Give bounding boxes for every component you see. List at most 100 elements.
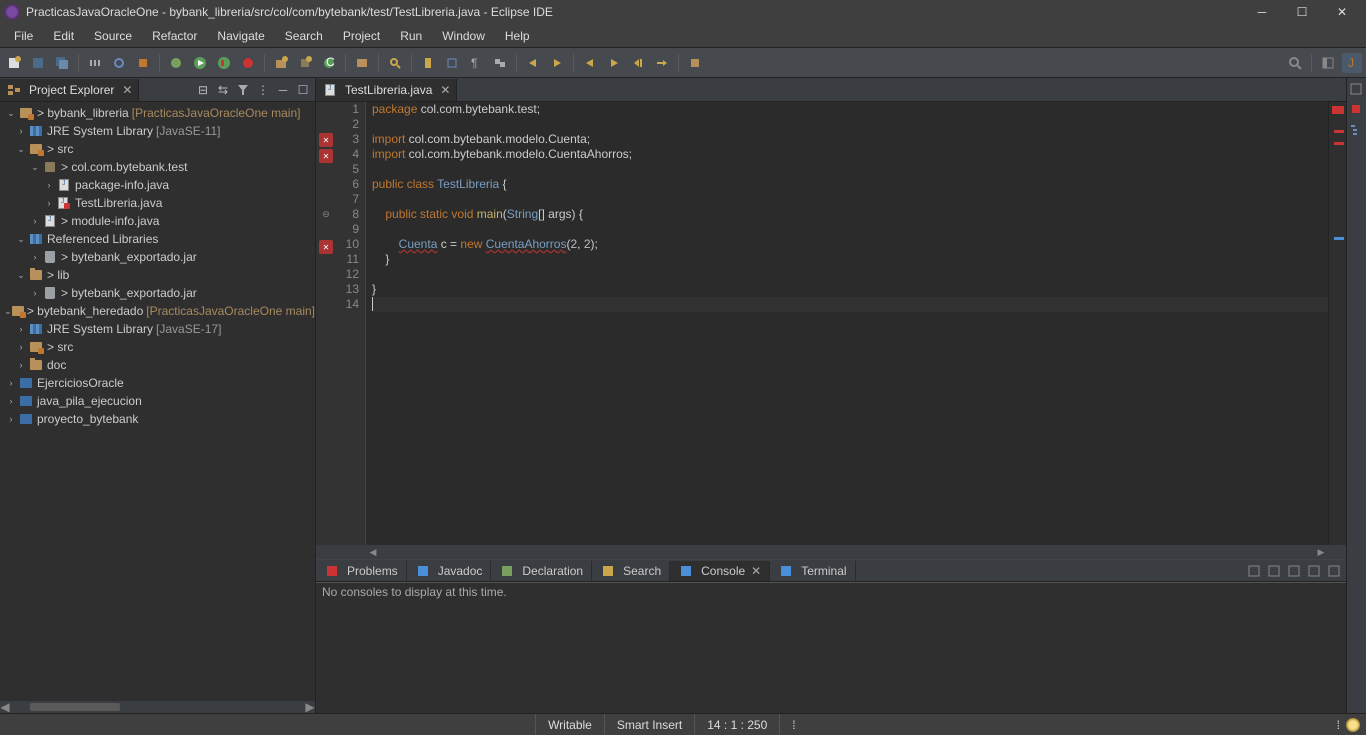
- code-line[interactable]: Cuenta c = new CuentaAhorros(2, 2);: [372, 237, 1328, 252]
- chevron-down-icon[interactable]: ⌄: [14, 232, 28, 246]
- open-console-icon[interactable]: [1286, 563, 1302, 579]
- back-button[interactable]: [580, 53, 600, 73]
- tree-item[interactable]: ›JRE System Library [JavaSE-11]: [0, 122, 315, 140]
- restore-view-icon[interactable]: [1349, 82, 1365, 98]
- bottom-tab-declaration[interactable]: Declaration: [491, 561, 592, 581]
- tree-item[interactable]: ›doc: [0, 356, 315, 374]
- tree-item[interactable]: ›> src: [0, 338, 315, 356]
- menu-edit[interactable]: Edit: [43, 26, 84, 46]
- link-editor-icon[interactable]: ⇆: [215, 82, 231, 98]
- chevron-down-icon[interactable]: ⌄: [28, 160, 42, 174]
- chevron-down-icon[interactable]: ⌄: [4, 106, 18, 120]
- tree-item[interactable]: ›> bytebank_exportado.jar: [0, 248, 315, 266]
- maximize-view-icon[interactable]: ☐: [295, 82, 311, 98]
- maximize-icon[interactable]: [1326, 563, 1342, 579]
- tree-item[interactable]: ›JRE System Library [JavaSE-17]: [0, 320, 315, 338]
- chevron-down-icon[interactable]: ⌄: [14, 268, 28, 282]
- code-line[interactable]: package col.com.bytebank.test;: [372, 102, 1328, 117]
- skip-breakpoints-button[interactable]: [109, 53, 129, 73]
- tree-item[interactable]: ›EjerciciosOracle: [0, 374, 315, 392]
- display-console-icon[interactable]: [1266, 563, 1282, 579]
- chevron-down-icon[interactable]: ⌄: [4, 304, 12, 318]
- error-marker-icon[interactable]: ✕: [319, 149, 333, 163]
- chevron-right-icon[interactable]: ›: [14, 322, 28, 336]
- show-whitespace-button[interactable]: ¶: [466, 53, 486, 73]
- menu-project[interactable]: Project: [333, 26, 390, 46]
- search-button[interactable]: [385, 53, 405, 73]
- code-line[interactable]: public class TestLibreria {: [372, 177, 1328, 192]
- task-list-icon[interactable]: [1349, 102, 1365, 118]
- pin-editor-button[interactable]: [685, 53, 705, 73]
- chevron-right-icon[interactable]: ›: [4, 412, 18, 426]
- tree-item[interactable]: ⌄> bytebank_heredado [PracticasJavaOracl…: [0, 302, 315, 320]
- bottom-tab-problems[interactable]: Problems: [316, 561, 407, 581]
- chevron-right-icon[interactable]: ›: [14, 124, 28, 138]
- chevron-right-icon[interactable]: ›: [28, 286, 42, 300]
- bottom-tab-search[interactable]: Search: [592, 561, 670, 581]
- code-line[interactable]: }: [372, 252, 1328, 267]
- next-annotation-button[interactable]: [547, 53, 567, 73]
- menu-run[interactable]: Run: [390, 26, 432, 46]
- prev-annotation-button[interactable]: [523, 53, 543, 73]
- overview-ruler[interactable]: [1328, 102, 1346, 545]
- status-menu-icon[interactable]: ⁞: [779, 714, 807, 735]
- editor-hscrollbar[interactable]: ◀ ▶: [316, 545, 1346, 559]
- chevron-right-icon[interactable]: ›: [4, 394, 18, 408]
- bottom-tab-javadoc[interactable]: Javadoc: [407, 561, 492, 581]
- outline-icon[interactable]: [1349, 122, 1365, 138]
- maximize-button[interactable]: ☐: [1282, 0, 1322, 24]
- run-button[interactable]: [190, 53, 210, 73]
- save-all-button[interactable]: [52, 53, 72, 73]
- marker-bar[interactable]: ✕✕⊖✕: [316, 102, 336, 545]
- toggle-block-button[interactable]: [442, 53, 462, 73]
- minimize-button[interactable]: ─: [1242, 0, 1282, 24]
- goto-button[interactable]: [652, 53, 672, 73]
- line-gutter[interactable]: 1234567891011121314: [336, 102, 366, 545]
- explorer-hscrollbar[interactable]: ◀▶: [0, 701, 315, 713]
- toggle-breadcrumb-button[interactable]: [85, 53, 105, 73]
- code-editor[interactable]: package col.com.bytebank.test; import col…: [366, 102, 1328, 545]
- view-menu-icon[interactable]: ⋮: [255, 82, 271, 98]
- code-line[interactable]: }: [372, 282, 1328, 297]
- scroll-right-icon[interactable]: ▶: [1314, 547, 1328, 558]
- tree-item[interactable]: ⌄Referenced Libraries: [0, 230, 315, 248]
- tree-item[interactable]: ›package-info.java: [0, 176, 315, 194]
- project-explorer-tab[interactable]: Project Explorer ✕: [0, 79, 139, 101]
- scroll-left-icon[interactable]: ◀: [366, 547, 380, 558]
- link-editor-button[interactable]: [490, 53, 510, 73]
- chevron-right-icon[interactable]: ›: [28, 214, 42, 228]
- new-package-button[interactable]: [295, 53, 315, 73]
- save-button[interactable]: [28, 53, 48, 73]
- pin-console-icon[interactable]: [1246, 563, 1262, 579]
- filter-icon[interactable]: [235, 82, 251, 98]
- close-button[interactable]: ✕: [1322, 0, 1362, 24]
- code-line[interactable]: import col.com.bytebank.modelo.Cuenta;: [372, 132, 1328, 147]
- chevron-right-icon[interactable]: ›: [14, 340, 28, 354]
- toggle-mark-button[interactable]: [418, 53, 438, 73]
- code-line[interactable]: import col.com.bytebank.modelo.CuentaAho…: [372, 147, 1328, 162]
- code-line[interactable]: [372, 192, 1328, 207]
- collapse-all-icon[interactable]: ⊟: [195, 82, 211, 98]
- scrollbar-thumb[interactable]: [30, 703, 120, 711]
- tree-item[interactable]: ›java_pila_ejecucion: [0, 392, 315, 410]
- tree-item[interactable]: ⌄> bybank_libreria [PracticasJavaOracleO…: [0, 104, 315, 122]
- tree-item[interactable]: ⌄> lib: [0, 266, 315, 284]
- open-type-button[interactable]: [352, 53, 372, 73]
- error-marker-icon[interactable]: ✕: [319, 240, 333, 254]
- console-body[interactable]: No consoles to display at this time.: [316, 582, 1346, 713]
- menu-navigate[interactable]: Navigate: [207, 26, 274, 46]
- tree-item[interactable]: ›> bytebank_exportado.jar: [0, 284, 315, 302]
- build-button[interactable]: [133, 53, 153, 73]
- new-button[interactable]: [4, 53, 24, 73]
- new-class-button[interactable]: C: [319, 53, 339, 73]
- error-marker-icon[interactable]: ✕: [319, 133, 333, 147]
- menu-refactor[interactable]: Refactor: [142, 26, 207, 46]
- chevron-right-icon[interactable]: ›: [28, 250, 42, 264]
- menu-help[interactable]: Help: [495, 26, 540, 46]
- tree-item[interactable]: ›TestLibreria.java: [0, 194, 315, 212]
- tree-item[interactable]: ›proyecto_bytebank: [0, 410, 315, 428]
- chevron-right-icon[interactable]: ›: [14, 358, 28, 372]
- code-line[interactable]: [372, 297, 1328, 312]
- chevron-right-icon[interactable]: ›: [4, 376, 18, 390]
- bottom-tab-console[interactable]: Console✕: [670, 561, 770, 581]
